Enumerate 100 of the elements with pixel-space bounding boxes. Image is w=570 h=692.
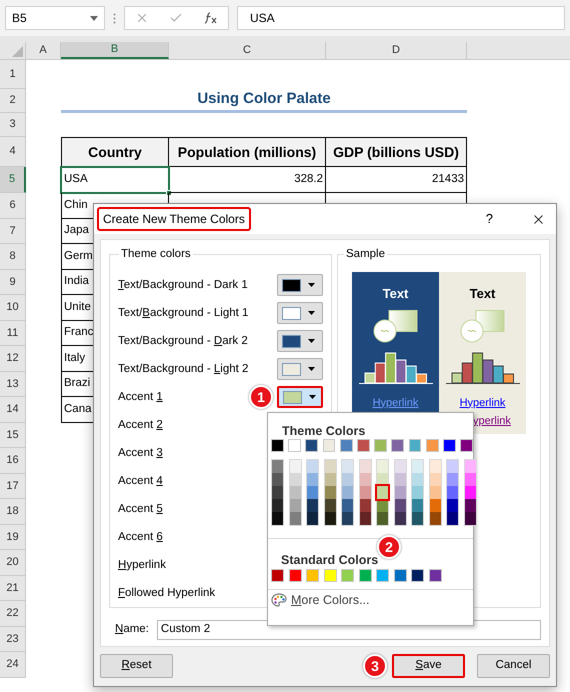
column-header[interactable]: B <box>61 42 169 59</box>
row-header[interactable]: 6 <box>0 193 26 218</box>
color-swatch[interactable] <box>271 439 284 452</box>
color-picker-button[interactable] <box>277 274 323 296</box>
color-swatch[interactable] <box>358 569 372 582</box>
more-colors-item[interactable]: More Colors... <box>268 590 473 610</box>
color-swatch[interactable] <box>430 460 440 473</box>
row-header[interactable]: 16 <box>0 448 26 474</box>
dialog-button[interactable]: Save <box>392 654 465 678</box>
color-swatch[interactable] <box>271 569 284 582</box>
color-swatch[interactable] <box>464 486 476 499</box>
color-swatch[interactable] <box>411 569 424 582</box>
color-swatch[interactable] <box>360 512 370 525</box>
color-swatch[interactable] <box>342 473 353 486</box>
color-swatch[interactable] <box>464 499 476 512</box>
color-swatch[interactable] <box>377 486 388 499</box>
select-all-icon[interactable] <box>12 46 23 57</box>
color-swatch[interactable] <box>428 569 442 582</box>
color-swatch[interactable] <box>272 512 283 525</box>
row-header[interactable]: 22 <box>0 601 26 626</box>
color-swatch[interactable] <box>394 486 406 499</box>
color-swatch[interactable] <box>340 439 353 452</box>
color-swatch[interactable] <box>272 486 283 499</box>
name-box[interactable]: B5 <box>5 6 105 30</box>
color-swatch[interactable] <box>324 486 336 499</box>
color-swatch[interactable] <box>307 473 318 486</box>
color-swatch[interactable] <box>394 512 406 525</box>
color-swatch[interactable] <box>464 460 476 473</box>
color-swatch[interactable] <box>288 569 302 582</box>
color-swatch[interactable] <box>412 473 423 486</box>
color-swatch[interactable] <box>290 499 300 512</box>
color-swatch[interactable] <box>324 569 336 582</box>
color-swatch[interactable] <box>430 486 440 499</box>
color-swatch[interactable] <box>342 512 353 525</box>
row-header[interactable]: 24 <box>0 652 26 678</box>
color-swatch[interactable] <box>324 499 336 512</box>
color-swatch[interactable] <box>360 473 370 486</box>
color-swatch[interactable] <box>307 512 318 525</box>
color-swatch[interactable] <box>290 512 300 525</box>
color-swatch[interactable] <box>426 439 439 452</box>
color-swatch[interactable] <box>412 460 423 473</box>
row-header[interactable]: 2 <box>0 89 26 113</box>
color-swatch[interactable] <box>374 439 387 452</box>
column-header[interactable]: D <box>326 42 467 59</box>
color-swatch[interactable] <box>447 499 458 512</box>
color-swatch[interactable] <box>306 569 319 582</box>
color-swatch[interactable] <box>464 512 476 525</box>
color-swatch[interactable] <box>447 486 458 499</box>
color-swatch[interactable] <box>324 460 336 473</box>
color-swatch[interactable] <box>360 460 370 473</box>
row-header[interactable]: 18 <box>0 499 26 524</box>
color-swatch[interactable] <box>357 439 370 452</box>
color-swatch[interactable] <box>391 439 404 452</box>
row-header[interactable]: 3 <box>0 113 26 137</box>
color-swatch[interactable] <box>430 499 440 512</box>
row-header[interactable]: 17 <box>0 474 26 499</box>
color-swatch[interactable] <box>307 499 318 512</box>
row-header[interactable]: 19 <box>0 524 26 550</box>
color-swatch[interactable] <box>360 486 370 499</box>
color-swatch[interactable] <box>272 499 283 512</box>
color-swatch[interactable] <box>464 473 476 486</box>
color-swatch[interactable] <box>394 499 406 512</box>
row-header[interactable]: 9 <box>0 270 26 295</box>
color-swatch[interactable] <box>377 512 388 525</box>
color-swatch[interactable] <box>305 439 318 452</box>
function-icon[interactable] <box>204 12 218 24</box>
row-header[interactable]: 20 <box>0 550 26 576</box>
color-swatch[interactable] <box>324 473 336 486</box>
color-swatch[interactable] <box>290 473 300 486</box>
row-header[interactable]: 21 <box>0 576 26 601</box>
row-header[interactable]: 13 <box>0 372 26 397</box>
row-header[interactable]: 8 <box>0 244 26 270</box>
color-swatch[interactable] <box>360 499 370 512</box>
row-header[interactable]: 15 <box>0 422 26 448</box>
color-picker-button[interactable] <box>277 386 323 408</box>
dialog-button[interactable]: Reset <box>100 654 173 678</box>
help-button[interactable]: ? <box>486 209 493 229</box>
color-swatch[interactable] <box>460 439 473 452</box>
color-picker-button[interactable] <box>277 302 323 324</box>
color-picker-button[interactable] <box>277 358 323 380</box>
color-swatch[interactable] <box>342 499 353 512</box>
color-swatch[interactable] <box>342 486 353 499</box>
color-swatch[interactable] <box>412 486 423 499</box>
color-swatch[interactable] <box>376 569 389 582</box>
color-swatch[interactable] <box>290 486 300 499</box>
color-swatch[interactable] <box>447 512 458 525</box>
row-header[interactable]: 14 <box>0 397 26 422</box>
row-header[interactable]: 1 <box>0 60 26 89</box>
color-swatch[interactable] <box>447 460 458 473</box>
row-header[interactable]: 12 <box>0 346 26 372</box>
color-picker-button[interactable] <box>277 330 323 352</box>
color-swatch[interactable] <box>272 473 283 486</box>
color-swatch[interactable] <box>341 569 354 582</box>
color-swatch[interactable] <box>324 512 336 525</box>
dialog-button[interactable]: Cancel <box>477 654 550 678</box>
color-swatch[interactable] <box>272 460 283 473</box>
row-header[interactable]: 11 <box>0 320 26 346</box>
color-swatch[interactable] <box>430 473 440 486</box>
row-header[interactable]: 5 <box>0 167 26 193</box>
color-swatch[interactable] <box>443 439 456 452</box>
